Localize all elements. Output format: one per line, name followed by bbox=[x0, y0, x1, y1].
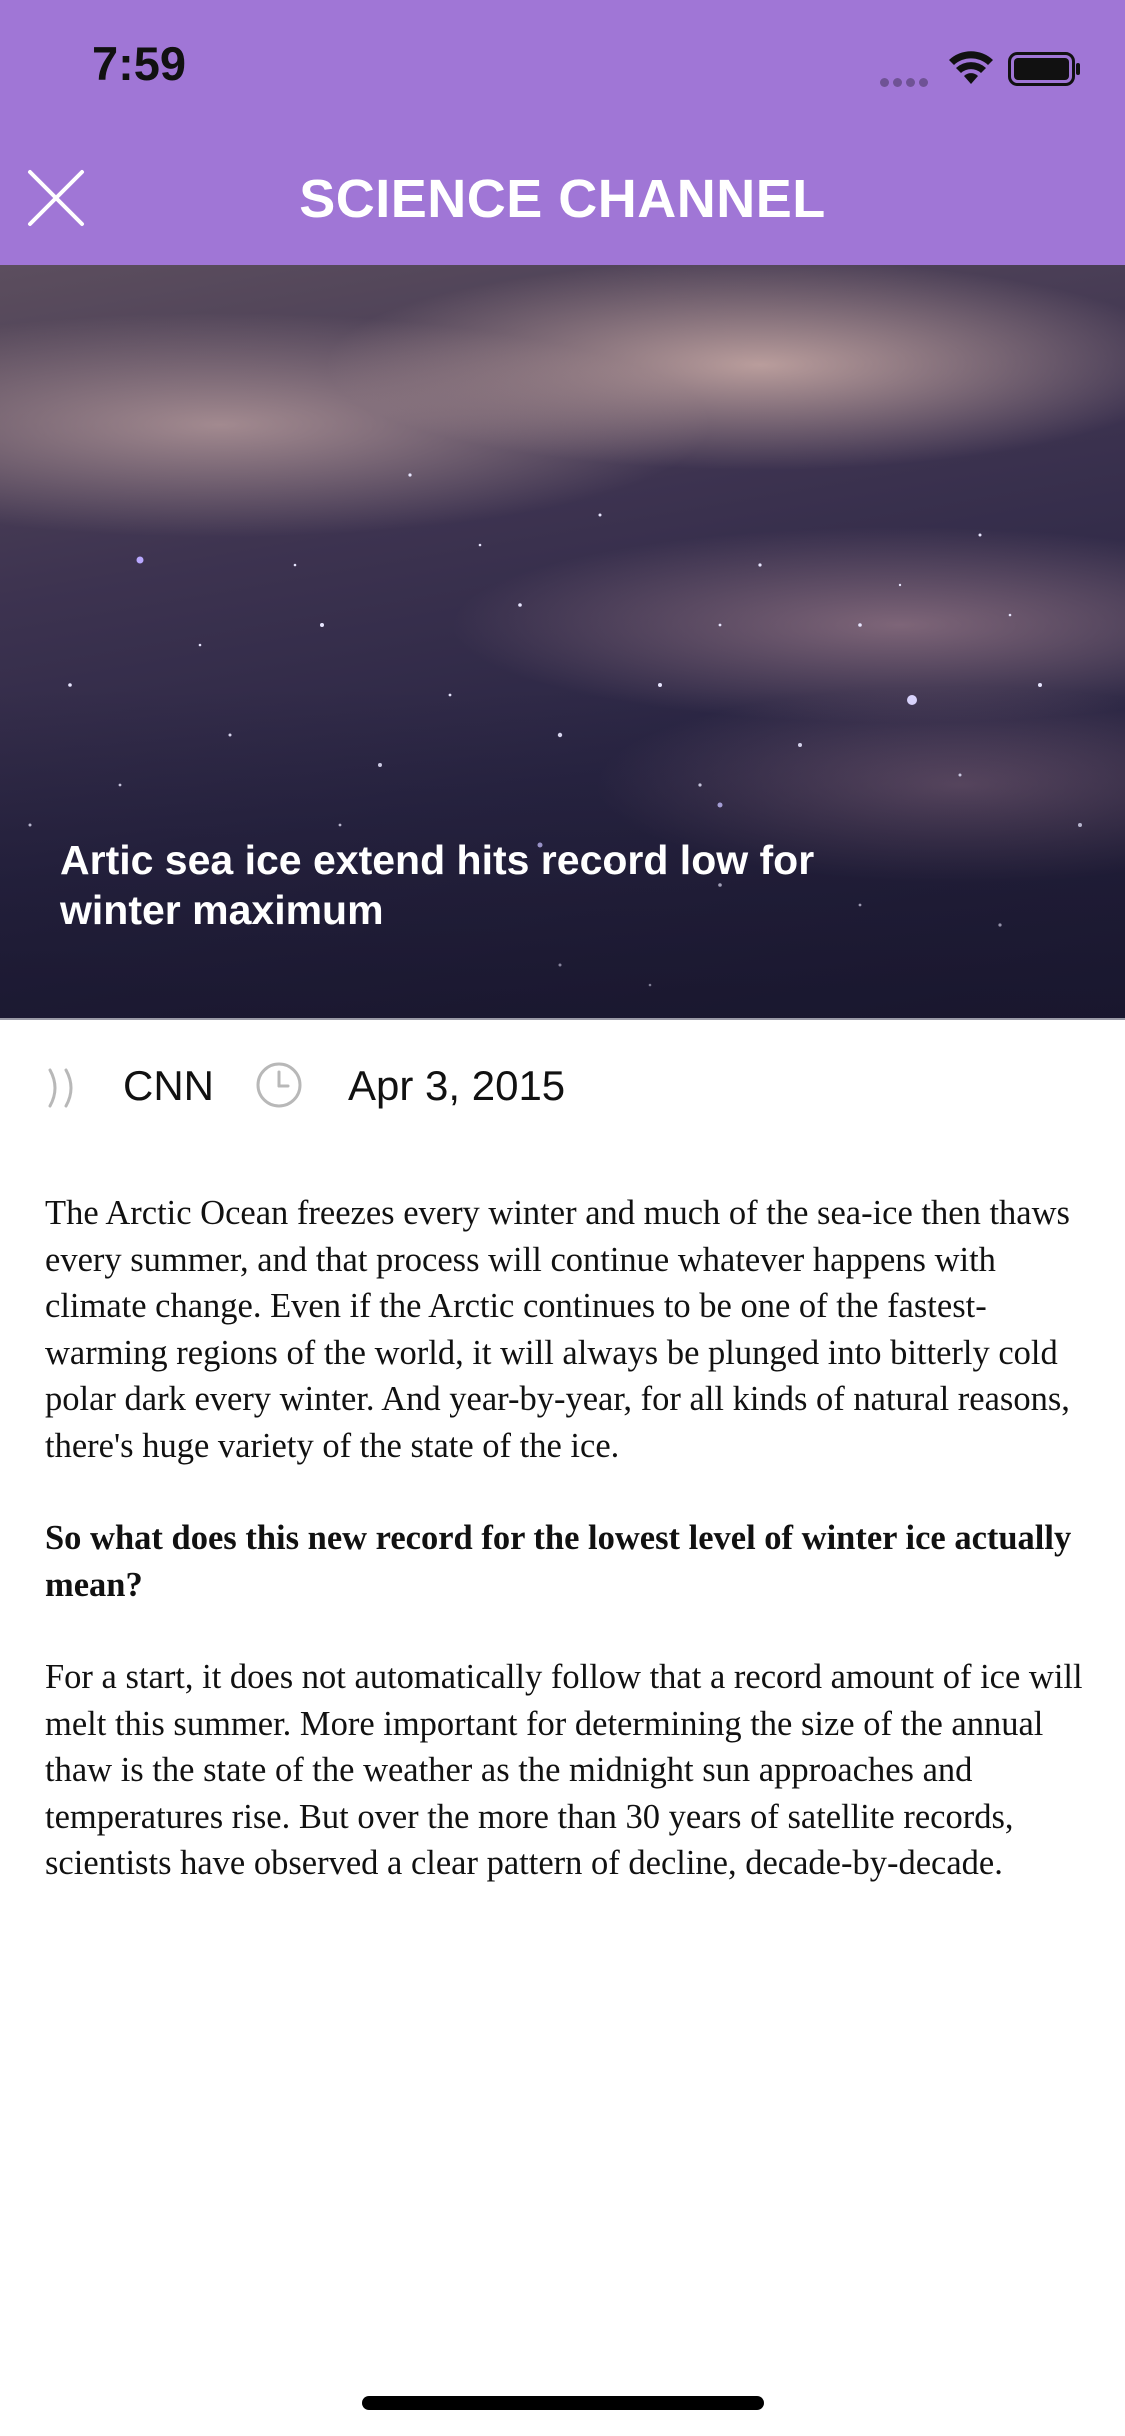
wifi-icon bbox=[949, 51, 993, 84]
publish-date: Apr 3, 2015 bbox=[348, 1062, 566, 1109]
article-body: The Arctic Ocean freezes every winter an… bbox=[45, 1190, 1085, 1933]
article-paragraph: The Arctic Ocean freezes every winter an… bbox=[45, 1194, 1070, 1465]
article-paragraph: For a start, it does not automatically f… bbox=[45, 1658, 1083, 1882]
navigation-header: 7:59 SCIENCE CHANNEL bbox=[0, 0, 1125, 265]
source-icon bbox=[48, 1068, 73, 1108]
article-subheading: So what does this new record for the low… bbox=[45, 1519, 1072, 1604]
status-bar-time: 7:59 bbox=[92, 37, 187, 90]
source-name: CNN bbox=[123, 1062, 214, 1109]
cellular-signal-icon bbox=[880, 74, 934, 87]
hero-image[interactable]: Artic sea ice extend hits record low for… bbox=[0, 265, 1125, 1020]
page-title: SCIENCE CHANNEL bbox=[299, 169, 826, 229]
clock-icon bbox=[256, 1062, 302, 1108]
battery-icon bbox=[1008, 52, 1080, 86]
home-indicator[interactable] bbox=[362, 2396, 764, 2410]
article-meta: CNN Apr 3, 2015 bbox=[0, 1050, 1125, 1130]
article-headline: Artic sea ice extend hits record low for… bbox=[60, 837, 815, 933]
